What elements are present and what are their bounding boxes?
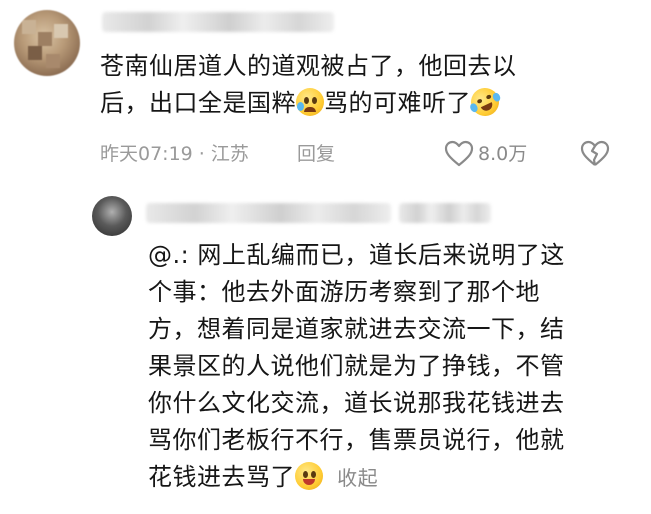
worried-face-emoji	[296, 88, 324, 116]
broken-heart-icon[interactable]	[580, 140, 610, 168]
comment-line-1: 苍南仙居道人的道观被占了，他回去以	[100, 52, 517, 80]
reply-button[interactable]: 回复	[297, 141, 335, 167]
reply-line-4: 果景区的人说他们就是为了挣钱，不管	[148, 352, 565, 380]
reply-line-7: 花钱进去骂了 收起	[148, 459, 638, 497]
heart-icon[interactable]	[444, 140, 474, 168]
rofl-emoji	[466, 83, 504, 121]
reply-line-1: @.: 网上乱编而已，道长后来说明了这	[148, 241, 565, 269]
like-count: 8.0万	[478, 143, 528, 165]
reply-name-blurred[interactable]	[146, 203, 391, 223]
reply-avatar[interactable]	[92, 196, 132, 236]
reply-line-7-text: 花钱进去骂了	[148, 463, 295, 491]
person-raising-hand-emoji	[295, 462, 323, 490]
reply-name-blurred-2[interactable]	[399, 203, 491, 223]
comment-time-location: 昨天07:19 · 江苏	[100, 143, 249, 165]
comment-line-2-part-a: 后，出口全是国粹	[100, 89, 296, 117]
commenter-name-blurred[interactable]	[102, 12, 334, 32]
comment-text: 苍南仙居道人的道观被占了，他回去以 后，出口全是国粹 骂的可难听了	[100, 48, 630, 122]
avatar[interactable]	[14, 10, 80, 76]
collapse-button[interactable]: 收起	[337, 466, 378, 490]
comment-line-2: 后，出口全是国粹 骂的可难听了	[100, 83, 630, 122]
reply-line-6: 骂你们老板行不行，售票员说行，他就	[148, 426, 565, 454]
reply-line-2: 个事：他去外面游历考察到了那个地	[148, 278, 540, 306]
reply-text: @.: 网上乱编而已，道长后来说明了这 个事：他去外面游历考察到了那个地 方，想…	[148, 237, 638, 497]
reply-line-5: 你什么文化交流，道长说那我花钱进去	[148, 389, 565, 417]
comment-line-2-part-b: 骂的可难听了	[324, 89, 471, 117]
reply-line-3: 方，想着同是道家就进去交流一下，结	[148, 315, 565, 343]
